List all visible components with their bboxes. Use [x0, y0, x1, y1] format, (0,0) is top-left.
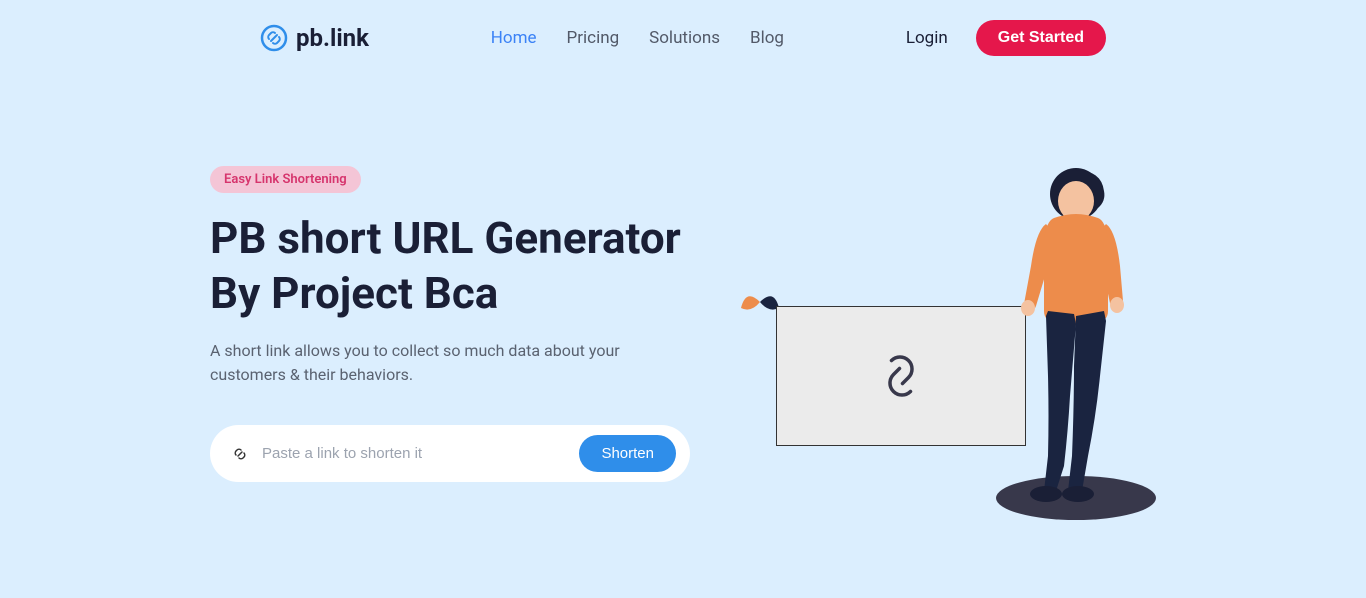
nav-home[interactable]: Home	[491, 28, 537, 48]
nav-blog[interactable]: Blog	[750, 28, 784, 48]
badge-easy-link: Easy Link Shortening	[210, 166, 361, 193]
hero-illustration	[736, 166, 1156, 566]
nav-pricing[interactable]: Pricing	[567, 28, 620, 48]
link-chain-icon	[260, 24, 288, 52]
hero-description: A short link allows you to collect so mu…	[210, 339, 690, 387]
logo-text: pb.link	[296, 24, 369, 52]
illustration-card	[776, 306, 1026, 446]
get-started-button[interactable]: Get Started	[976, 20, 1106, 56]
main-nav: Home Pricing Solutions Blog	[491, 28, 784, 48]
login-link[interactable]: Login	[906, 28, 948, 48]
header: pb.link Home Pricing Solutions Blog Logi…	[0, 0, 1366, 76]
link-icon	[232, 446, 248, 462]
shorten-button[interactable]: Shorten	[579, 435, 676, 472]
shorten-input[interactable]	[262, 445, 579, 462]
hero-title: PB short URL Generator By Project Bca	[210, 211, 690, 321]
logo[interactable]: pb.link	[260, 24, 369, 52]
hero-content: Easy Link Shortening PB short URL Genera…	[210, 166, 690, 566]
shorten-form: Shorten	[210, 425, 690, 482]
header-actions: Login Get Started	[906, 20, 1106, 56]
hero-section: Easy Link Shortening PB short URL Genera…	[0, 76, 1366, 566]
chain-icon	[874, 339, 929, 414]
nav-solutions[interactable]: Solutions	[649, 28, 720, 48]
person-illustration	[1016, 166, 1136, 506]
